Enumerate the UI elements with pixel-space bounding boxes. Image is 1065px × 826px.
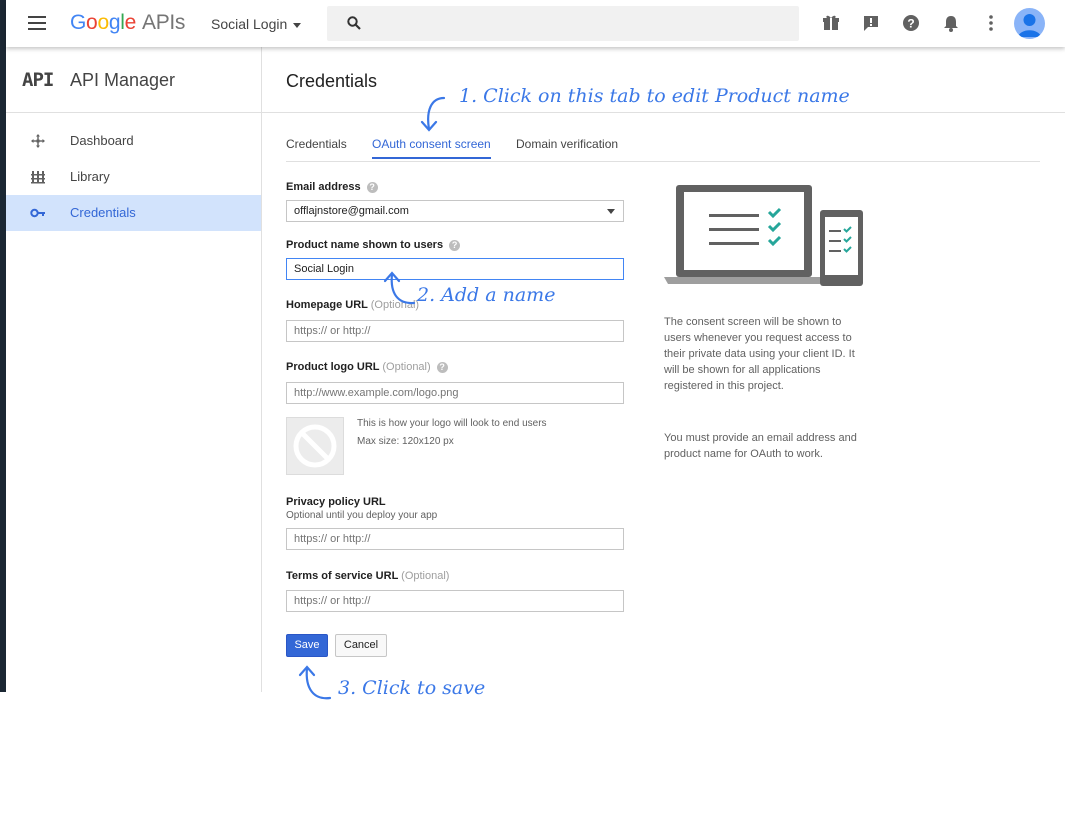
help-icon[interactable]: ? <box>366 181 378 193</box>
account-avatar[interactable] <box>1014 8 1045 39</box>
more-vert-icon[interactable] <box>981 13 1001 33</box>
consent-illustration <box>664 185 863 286</box>
logo-url-label: Product logo URL (Optional)? <box>286 361 448 373</box>
cancel-button[interactable]: Cancel <box>335 634 387 657</box>
annotation-arrow-1 <box>420 96 446 132</box>
chevron-down-icon <box>293 22 302 28</box>
tab-bar: Credentials OAuth consent screen Domain … <box>286 137 1040 162</box>
annotation-arrow-2 <box>383 271 416 305</box>
feedback-icon[interactable] <box>861 13 881 33</box>
tos-url-field[interactable]: https:// or http:// <box>286 590 624 612</box>
annotation-step-2: 2. Add a name <box>417 284 556 306</box>
privacy-url-label: Privacy policy URL <box>286 496 386 508</box>
consent-info-text: The consent screen will be shown to user… <box>664 316 855 392</box>
dashboard-icon <box>31 134 45 148</box>
tab-credentials[interactable]: Credentials <box>286 137 347 157</box>
tab-oauth-consent-screen[interactable]: OAuth consent screen <box>372 137 491 159</box>
key-icon <box>30 208 45 218</box>
sidebar-item-library[interactable]: Library <box>6 159 261 195</box>
page-title: Credentials <box>286 71 378 91</box>
email-label: Email address? <box>286 181 378 193</box>
help-icon[interactable]: ? <box>901 13 921 33</box>
google-apis-logo[interactable]: Google APIs <box>70 11 185 35</box>
sidebar-header: API API Manager <box>6 47 261 113</box>
sidebar-item-credentials[interactable]: Credentials <box>6 195 261 231</box>
product-name-field[interactable]: Social Login <box>286 258 624 280</box>
privacy-url-hint: Optional until you deploy your app <box>286 510 438 521</box>
project-name: Social Login <box>211 16 288 32</box>
top-app-bar: Google APIs Social Login ? <box>6 0 1065 47</box>
tos-url-label: Terms of service URL (Optional) <box>286 570 450 582</box>
product-name-label: Product name shown to users? <box>286 239 461 251</box>
privacy-url-field[interactable]: https:// or http:// <box>286 528 624 550</box>
chevron-down-icon <box>607 209 615 214</box>
annotation-arrow-3 <box>298 665 332 700</box>
search-icon <box>347 16 361 30</box>
homepage-url-field[interactable]: https:// or http:// <box>286 320 624 342</box>
help-icon[interactable]: ? <box>449 239 461 251</box>
sidebar-item-dashboard[interactable]: Dashboard <box>6 123 261 159</box>
annotation-step-1: 1. Click on this tab to edit Product nam… <box>459 85 850 107</box>
sidebar-nav: Dashboard Library Credentials <box>6 123 261 231</box>
consent-requirement-text: You must provide an email address and pr… <box>664 432 857 460</box>
sidebar: API API Manager Dashboard Library Creden… <box>6 47 262 692</box>
project-selector[interactable]: Social Login <box>211 16 302 32</box>
logo-url-field[interactable]: http://www.example.com/logo.png <box>286 382 624 404</box>
save-button[interactable]: Save <box>286 634 328 657</box>
api-logo-mark: API <box>22 69 54 91</box>
library-icon <box>31 171 45 184</box>
email-select[interactable]: offlajnstore@gmail.com <box>286 200 624 222</box>
tab-domain-verification[interactable]: Domain verification <box>516 137 618 157</box>
logo-preview <box>286 417 344 475</box>
gift-icon[interactable] <box>821 13 841 33</box>
notifications-icon[interactable] <box>941 13 961 33</box>
menu-icon[interactable] <box>28 16 46 30</box>
no-image-icon <box>293 424 337 468</box>
search-bar[interactable] <box>327 6 799 41</box>
sidebar-title: API Manager <box>70 70 176 90</box>
help-icon[interactable]: ? <box>436 361 448 373</box>
svg-text:?: ? <box>907 17 914 31</box>
annotation-step-3: 3. Click to save <box>338 677 486 699</box>
logo-note: This is how your logo will look to end u… <box>357 418 547 447</box>
